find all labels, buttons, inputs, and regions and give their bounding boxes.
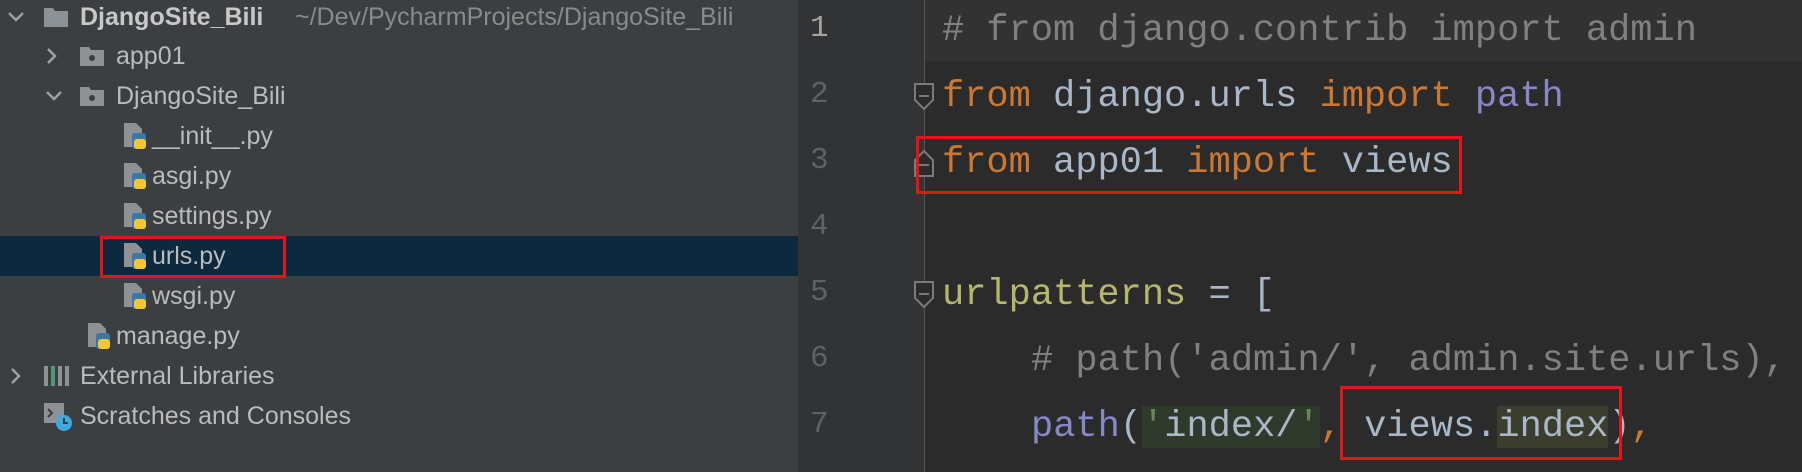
imported-name: path bbox=[1452, 76, 1564, 118]
line-number: 2 bbox=[810, 77, 829, 112]
module-name: django.urls bbox=[1030, 76, 1320, 118]
tree-item-manage-py[interactable]: manage.py bbox=[0, 316, 798, 356]
tree-item-djangosite-bili[interactable]: DjangoSite_Bili bbox=[0, 76, 798, 116]
chevron-right-icon[interactable] bbox=[40, 44, 64, 68]
python-file-icon bbox=[120, 121, 148, 149]
folder-icon bbox=[42, 3, 70, 31]
paren-open: ( bbox=[1119, 406, 1143, 448]
assignment: = [ bbox=[1186, 274, 1276, 316]
tree-item-wsgi-py[interactable]: wsgi.py bbox=[0, 276, 798, 316]
chevron-down-icon[interactable] bbox=[4, 5, 28, 29]
tree-item-external-libraries[interactable]: External Libraries bbox=[0, 356, 798, 396]
code-comment: # path('admin/', admin.site.urls), bbox=[1031, 340, 1786, 382]
highlight-box-views-index bbox=[1340, 386, 1622, 460]
line-number: 3 bbox=[810, 143, 829, 178]
tree-item-scratches[interactable]: Scratches and Consoles bbox=[0, 396, 798, 436]
python-file-icon bbox=[120, 281, 148, 309]
keyword-import: import bbox=[1319, 76, 1453, 118]
line-number: 7 bbox=[810, 407, 829, 442]
folder-icon bbox=[78, 82, 106, 110]
code-line-2[interactable]: from django.urls import path bbox=[942, 75, 1564, 119]
tree-root[interactable]: DjangoSite_Bili ~/Dev/PycharmProjects/Dj… bbox=[0, 0, 798, 37]
tree-item-label: asgi.py bbox=[152, 162, 232, 190]
comma: , bbox=[1630, 406, 1653, 448]
tree-item-label: __init__.py bbox=[152, 122, 273, 150]
line-number: 1 bbox=[810, 11, 829, 46]
project-tree-panel: DjangoSite_Bili ~/Dev/PycharmProjects/Dj… bbox=[0, 0, 798, 472]
python-file-icon bbox=[84, 321, 112, 349]
tree-item-label: External Libraries bbox=[80, 362, 275, 390]
line-number: 6 bbox=[810, 341, 829, 376]
line-number: 5 bbox=[810, 275, 829, 310]
line-number-gutter: 1 2 3 4 5 6 7 bbox=[798, 0, 924, 472]
tree-item-label: wsgi.py bbox=[152, 282, 236, 310]
code-line-5[interactable]: urlpatterns = [ bbox=[942, 273, 1275, 317]
tree-item-label: manage.py bbox=[116, 322, 240, 350]
highlight-box-urls bbox=[100, 236, 286, 278]
string-quote: ' bbox=[1142, 406, 1165, 448]
libraries-icon bbox=[42, 362, 70, 390]
fold-icon[interactable] bbox=[912, 280, 936, 310]
code-comment: # from django.contrib import admin bbox=[942, 10, 1697, 52]
code-line-1[interactable]: # from django.contrib import admin bbox=[942, 9, 1697, 53]
folder-icon bbox=[78, 42, 106, 70]
variable-urlpatterns: urlpatterns bbox=[942, 274, 1187, 316]
root-path: ~/Dev/PycharmProjects/DjangoSite_Bili bbox=[295, 3, 734, 31]
chevron-down-icon[interactable] bbox=[42, 84, 66, 108]
python-file-icon bbox=[120, 161, 148, 189]
keyword-from: from bbox=[942, 76, 1031, 118]
tree-item-settings-py[interactable]: settings.py bbox=[0, 196, 798, 236]
tree-item-app01[interactable]: app01 bbox=[0, 36, 798, 76]
tree-item-label: DjangoSite_Bili bbox=[116, 82, 286, 110]
fold-icon[interactable] bbox=[912, 82, 936, 112]
code-line-6[interactable]: # path('admin/', admin.site.urls), bbox=[1031, 339, 1786, 383]
function-path: path bbox=[1031, 406, 1120, 448]
python-file-icon bbox=[120, 201, 148, 229]
scratches-icon bbox=[42, 401, 72, 431]
chevron-right-icon[interactable] bbox=[4, 364, 28, 388]
tree-item-init-py[interactable]: __init__.py bbox=[0, 116, 798, 156]
gutter-divider bbox=[924, 0, 925, 472]
tree-item-label: settings.py bbox=[152, 202, 272, 230]
line-number: 4 bbox=[810, 209, 829, 244]
tree-item-asgi-py[interactable]: asgi.py bbox=[0, 156, 798, 196]
code-editor[interactable]: 1 2 3 4 5 6 7 # from django.contrib impo… bbox=[798, 0, 1802, 472]
tree-item-label: app01 bbox=[116, 42, 186, 70]
tree-item-label: Scratches and Consoles bbox=[80, 402, 351, 430]
root-name: DjangoSite_Bili bbox=[80, 3, 264, 31]
string-quote: ' bbox=[1297, 406, 1320, 448]
string-literal: index/ bbox=[1164, 406, 1298, 448]
highlight-box-import-views bbox=[916, 136, 1462, 194]
